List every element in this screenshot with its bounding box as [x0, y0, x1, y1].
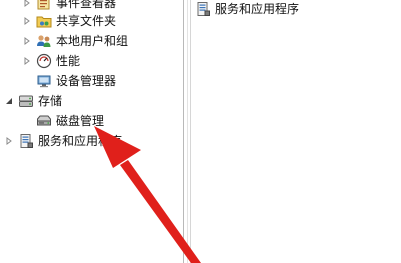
expand-arrow-icon[interactable]	[22, 16, 32, 26]
tree-item-label: 服务和应用程序	[38, 134, 123, 148]
expand-arrow-icon[interactable]	[22, 56, 32, 66]
tree-item-local-users-groups[interactable]: 本地用户和组	[22, 31, 128, 51]
tree-item-services-applications[interactable]: 服务和应用程序	[4, 131, 122, 151]
shared-folders-icon	[36, 13, 52, 29]
tree-item-disk-management[interactable]: 磁盘管理	[36, 111, 104, 131]
expand-arrow-icon[interactable]	[22, 36, 32, 46]
details-pane: 服务和应用程序	[191, 0, 401, 263]
list-item-services-applications[interactable]: 服务和应用程序	[195, 0, 299, 19]
tree-item-storage[interactable]: 存储	[4, 91, 62, 111]
console-tree: 事件查看器 共享文件夹 本地用户和组 性能 设备管理器 存储 磁盘管理 服务和应…	[0, 0, 183, 263]
computer-management-window: 事件查看器 共享文件夹 本地用户和组 性能 设备管理器 存储 磁盘管理 服务和应…	[0, 0, 401, 263]
services-applications-icon	[18, 133, 34, 149]
tree-item-label: 存储	[38, 94, 63, 108]
tree-item-label: 性能	[56, 54, 81, 68]
list-item-label: 服务和应用程序	[215, 2, 300, 16]
tree-item-performance[interactable]: 性能	[22, 51, 80, 71]
tree-item-label: 磁盘管理	[56, 114, 105, 128]
tree-item-label: 事件查看器	[56, 0, 117, 10]
tree-item-label: 设备管理器	[56, 74, 117, 88]
disk-management-icon	[36, 113, 52, 129]
performance-icon	[36, 53, 52, 69]
expand-arrow-icon[interactable]	[22, 0, 32, 8]
event-viewer-icon	[36, 0, 52, 11]
services-applications-icon	[195, 1, 211, 17]
expand-arrow-icon[interactable]	[4, 136, 14, 146]
tree-item-shared-folders[interactable]: 共享文件夹	[22, 11, 116, 31]
storage-icon	[18, 93, 34, 109]
device-manager-icon	[36, 73, 52, 89]
tree-item-device-manager[interactable]: 设备管理器	[36, 71, 116, 91]
collapse-arrow-icon[interactable]	[4, 96, 14, 106]
tree-item-label: 本地用户和组	[56, 34, 129, 48]
tree-item-label: 共享文件夹	[56, 14, 117, 28]
pane-splitter[interactable]	[183, 0, 191, 263]
local-users-groups-icon	[36, 33, 52, 49]
